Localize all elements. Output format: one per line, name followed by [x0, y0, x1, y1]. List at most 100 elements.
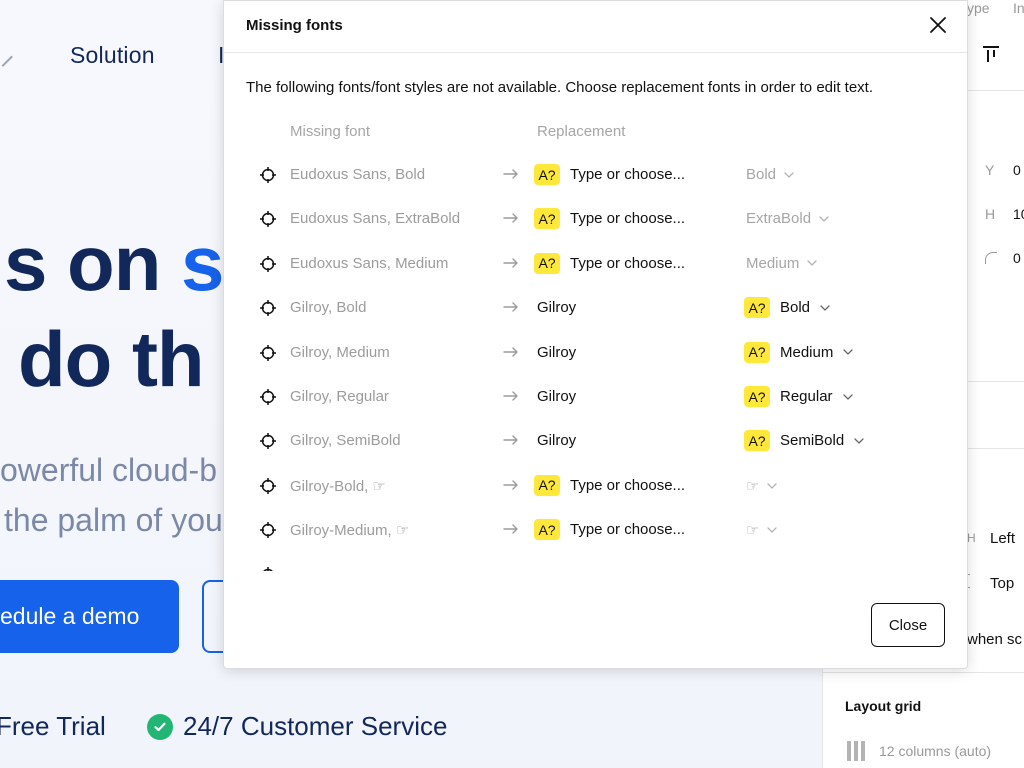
- y-label: Y: [985, 162, 995, 178]
- hero-headline-line1: s on s: [4, 218, 224, 309]
- select-layers-target-icon[interactable]: [259, 299, 277, 317]
- constraint-vertical-select[interactable]: Top: [990, 575, 1014, 592]
- select-layers-target-icon[interactable]: [259, 166, 277, 184]
- replacement-font-label: Gilroy: [537, 343, 577, 361]
- chevron-down-icon: [854, 438, 864, 444]
- replacement-font-select[interactable]: Gilroy: [537, 432, 576, 449]
- columns-grid-icon[interactable]: [847, 741, 865, 761]
- font-style-select[interactable]: A? Bold: [744, 297, 830, 319]
- replacement-font-select[interactable]: A? Type or choose...: [534, 208, 685, 230]
- font-row: Gilroy, Medium Gilroy A? Medium: [224, 331, 967, 375]
- font-row: Eudoxus Sans, ExtraBold A? Type or choose.…: [224, 197, 967, 241]
- select-layers-target-icon[interactable]: [259, 521, 277, 539]
- layout-grid-value[interactable]: 12 columns (auto): [879, 743, 991, 759]
- chevron-down-icon: [784, 171, 794, 178]
- font-row: Gilroy, Regular Gilroy A? Regular: [224, 375, 967, 419]
- select-layers-target-icon[interactable]: [259, 566, 277, 571]
- select-layers-target-icon[interactable]: [259, 210, 277, 228]
- font-row: Gilroy-Bold, ☞ A? Type or choose... ☞: [224, 464, 967, 508]
- font-style-label: Bold: [746, 166, 777, 183]
- constraint-horizontal-select[interactable]: Left: [990, 530, 1015, 547]
- font-row: Eudoxus Sans, Medium A? Type or choose... M…: [224, 242, 967, 286]
- arrow-right-icon: [503, 210, 519, 226]
- font-style-label: Bold: [780, 299, 811, 317]
- font-style-label: ☞: [746, 522, 760, 540]
- replacement-font-label: Gilroy: [537, 432, 577, 450]
- font-style-select[interactable]: ExtraBold: [746, 210, 829, 227]
- corner-radius-input[interactable]: 0: [1013, 250, 1021, 266]
- arrow-right-icon: [503, 255, 519, 271]
- missing-style-badge: A?: [744, 341, 770, 363]
- layout-grid-title: Layout grid: [845, 698, 922, 714]
- select-layers-target-icon[interactable]: [259, 388, 277, 406]
- arrow-right-icon: [503, 388, 519, 404]
- panel-divider: [823, 672, 1024, 673]
- font-style-select[interactable]: A? Medium: [744, 341, 854, 363]
- missing-font-name: Eudoxus Sans, Bold: [290, 166, 426, 183]
- font-row-partial: [224, 553, 967, 571]
- font-style-select[interactable]: Bold: [746, 166, 794, 183]
- font-style-select[interactable]: A? SemiBold: [744, 430, 864, 452]
- missing-font-name: Eudoxus Sans, ExtraBold: [290, 210, 461, 228]
- replacement-font-label: Gilroy: [537, 388, 577, 405]
- arrow-right-icon: [503, 344, 519, 360]
- h-label: H: [985, 206, 996, 222]
- chevron-down-icon: [819, 216, 829, 222]
- select-layers-target-icon[interactable]: [259, 477, 277, 495]
- missing-font-name: Gilroy, SemiBold: [290, 432, 401, 450]
- missing-style-badge: A?: [744, 297, 770, 319]
- missing-fonts-dialog: Missing fonts The following fonts/font s…: [223, 0, 968, 669]
- replacement-font-select[interactable]: Gilroy: [537, 299, 576, 316]
- replacement-font-select[interactable]: A? Type or choose...: [534, 164, 685, 185]
- close-icon[interactable]: [926, 13, 950, 37]
- replacement-font-select[interactable]: Gilroy: [537, 344, 576, 361]
- font-style-select[interactable]: ☞: [746, 521, 778, 540]
- tab-type[interactable]: ype: [967, 0, 990, 16]
- font-style-select[interactable]: A? Regular: [744, 386, 853, 407]
- select-layers-target-icon[interactable]: [259, 432, 277, 450]
- missing-font-name: Gilroy, Regular: [290, 388, 389, 405]
- align-top-icon[interactable]: [983, 46, 999, 64]
- font-row: Eudoxus Sans, Bold A? Type or choose... Bol…: [224, 153, 967, 197]
- arrow-right-icon: [503, 477, 519, 493]
- missing-style-badge: A?: [744, 430, 770, 452]
- replacement-font-label: Type or choose...: [570, 166, 686, 183]
- replacement-font-label: Gilroy: [537, 299, 577, 317]
- missing-font-name: Eudoxus Sans, Medium: [290, 254, 449, 272]
- font-style-label: Medium: [746, 254, 800, 272]
- hero-headline-blue: s: [181, 219, 224, 307]
- arrow-right-icon: [503, 299, 519, 315]
- font-rows-list[interactable]: Eudoxus Sans, Bold A? Type or choose... Bol…: [224, 153, 967, 571]
- nav-item-solution: Solution: [70, 42, 155, 68]
- chevron-down-icon: [843, 349, 854, 356]
- font-style-select[interactable]: Medium: [746, 254, 818, 272]
- replacement-font-select[interactable]: A? Type or choose...: [534, 474, 685, 496]
- replacement-font-label: Type or choose...: [570, 521, 686, 539]
- tab-in[interactable]: In: [1013, 0, 1024, 16]
- replacement-font-select[interactable]: A? Type or choose...: [534, 252, 685, 274]
- arrow-right-icon: [503, 166, 519, 182]
- select-layers-target-icon[interactable]: [259, 344, 277, 362]
- arrow-right-icon: [503, 521, 519, 537]
- schedule-demo-button: edule a demo: [0, 580, 179, 653]
- font-row: Gilroy, SemiBold Gilroy A? SemiBold: [224, 419, 967, 463]
- y-value-input[interactable]: 0: [1013, 162, 1021, 178]
- missing-font-name: Gilroy-Medium, ☞: [290, 522, 410, 540]
- missing-font-badge: A?: [534, 164, 560, 185]
- scroll-behavior-label[interactable]: when sc: [967, 631, 1022, 648]
- missing-font-badge: A?: [534, 252, 560, 274]
- close-button[interactable]: Close: [871, 603, 945, 647]
- replacement-font-select[interactable]: A? Type or choose...: [534, 519, 686, 541]
- select-layers-target-icon[interactable]: [259, 255, 277, 273]
- font-style-label: Medium: [780, 343, 834, 361]
- replacement-font-select[interactable]: Gilroy: [537, 388, 576, 405]
- corner-radius-icon: [985, 252, 997, 264]
- font-style-label: ExtraBold: [746, 210, 812, 228]
- chevron-down-icon: [842, 393, 853, 400]
- check-circle-icon: [147, 714, 173, 740]
- font-style-select[interactable]: ☞: [746, 477, 778, 495]
- h-value-input[interactable]: 10: [1013, 206, 1024, 222]
- hero-headline-line2: do th: [18, 315, 205, 403]
- missing-font-name: Gilroy-Bold, ☞: [290, 477, 386, 495]
- font-style-label: Regular: [780, 388, 833, 405]
